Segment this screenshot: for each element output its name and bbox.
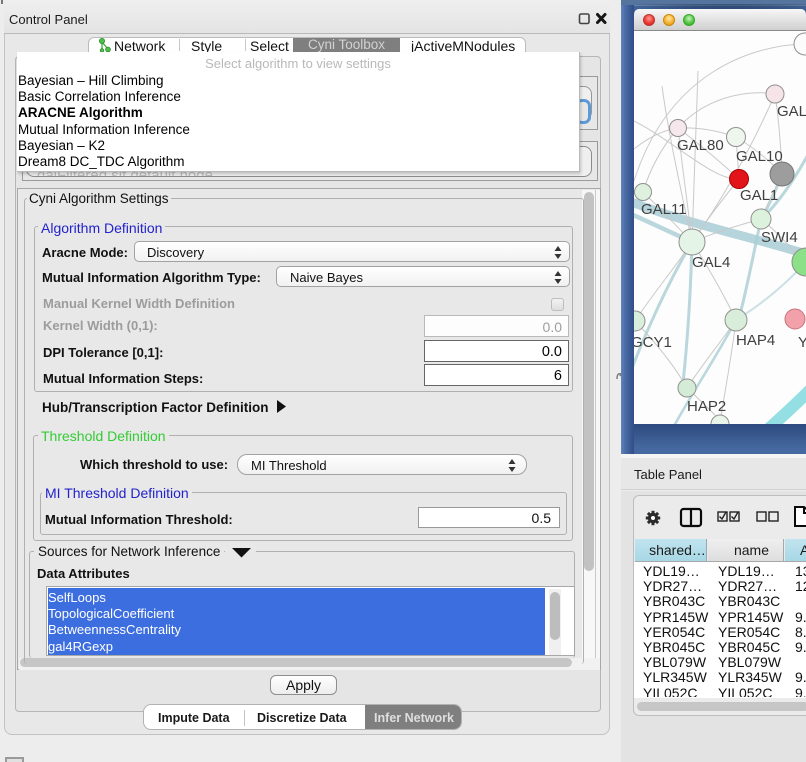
svg-text:GCY1: GCY1: [634, 334, 672, 351]
svg-text:Y: Y: [798, 334, 806, 351]
svg-text:GAL11: GAL11: [641, 201, 687, 218]
svg-text:GAL1: GAL1: [740, 187, 778, 204]
svg-text:SWI4: SWI4: [761, 229, 798, 246]
svg-text:GAL80: GAL80: [677, 137, 724, 154]
svg-text:GAL7: GAL7: [777, 103, 806, 120]
svg-text:HAP2: HAP2: [687, 398, 726, 415]
svg-text:HAP4: HAP4: [736, 332, 775, 349]
svg-text:GAL10: GAL10: [736, 148, 783, 165]
svg-text:GAL4: GAL4: [692, 254, 730, 271]
